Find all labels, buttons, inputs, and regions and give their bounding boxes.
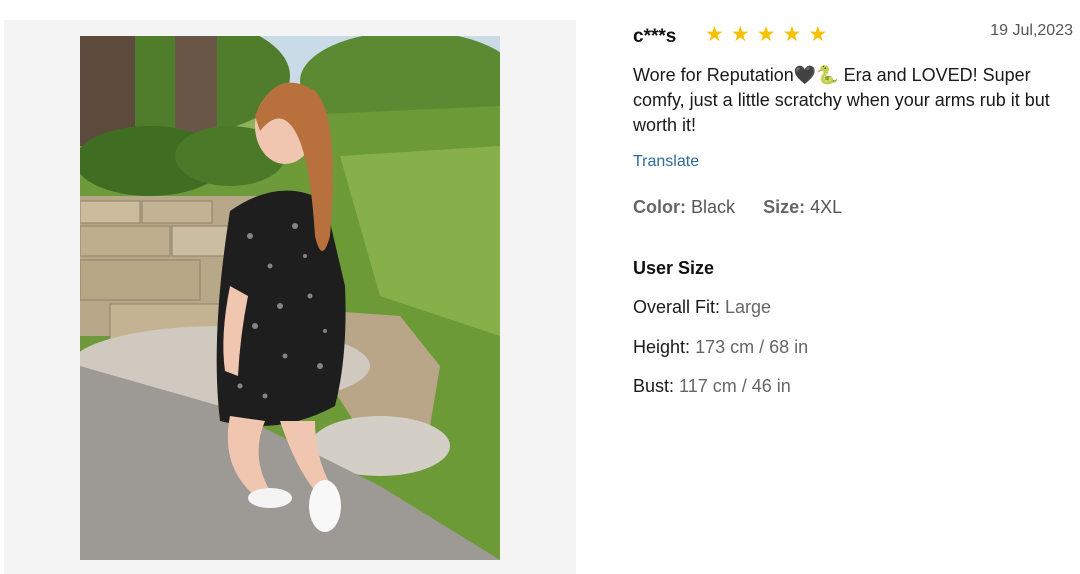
overall-fit-row: Overall Fit: Large — [633, 297, 771, 318]
review-text: Wore for Reputation🖤🐍 Era and LOVED! Sup… — [633, 65, 1050, 135]
star-icon: ★ — [730, 22, 750, 46]
height-value: 173 cm / 68 in — [695, 337, 809, 357]
size-value: 4XL — [810, 197, 843, 217]
star-icon: ★ — [705, 22, 724, 46]
star-icon: ★ — [808, 22, 828, 46]
color-label: Color: — [633, 197, 686, 217]
star-icon: ★ — [756, 22, 776, 46]
overall-fit-label: Overall Fit: — [633, 297, 721, 317]
translate-link[interactable]: Translate — [633, 153, 699, 171]
product-attributes: Color: Black Size: 4XL — [633, 197, 842, 218]
review-date: 19 Jul,2023 — [990, 22, 1073, 39]
height-label: Height: — [633, 337, 691, 357]
size-label: Size: — [763, 197, 806, 217]
star-rating: ★ ★ ★ ★ ★ — [705, 22, 827, 46]
height-row: Height: 173 cm / 68 in — [633, 337, 808, 358]
photo-illustration — [80, 36, 500, 560]
reviewer-name: c***s — [633, 26, 677, 47]
review-photo[interactable] — [80, 36, 500, 560]
color-value: Black — [691, 197, 736, 217]
review-photo-panel — [4, 20, 576, 574]
user-size-title: User Size — [633, 258, 715, 278]
bust-value: 117 cm / 46 in — [679, 376, 791, 396]
bust-label: Bust: — [633, 376, 675, 396]
bust-row: Bust: 117 cm / 46 in — [633, 376, 791, 397]
overall-fit-value: Large — [725, 297, 772, 317]
star-icon: ★ — [782, 22, 802, 46]
